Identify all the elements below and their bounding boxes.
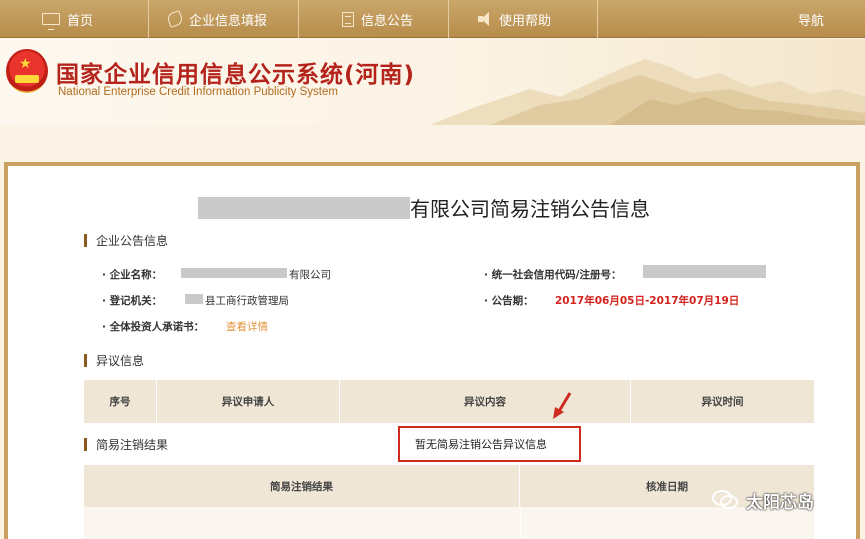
redacted-county	[185, 294, 203, 304]
nav-divider	[148, 0, 149, 38]
field-company-name-label: · 企业名称：	[102, 269, 163, 281]
nav-divider	[298, 0, 299, 38]
wechat-icon	[712, 490, 738, 509]
column-header: 异议时间	[701, 396, 744, 408]
field-commitment-label: · 全体投资人承诺书：	[102, 321, 205, 333]
site-subtitle: National Enterprise Credit Information P…	[58, 86, 338, 98]
column-divider	[520, 507, 521, 539]
watermark-text: 太阳芯岛	[746, 492, 814, 513]
nav-item-label: 首页	[67, 13, 94, 29]
field-authority-value: 县工商行政管理局	[205, 295, 289, 307]
column-header: 异议内容	[340, 380, 631, 423]
section-announcement-heading: 企业公告信息	[84, 232, 168, 248]
nav-item-home[interactable]: 首页	[42, 0, 93, 38]
section-objection-heading: 异议信息	[84, 352, 144, 368]
section-marker	[84, 233, 87, 247]
mountain-illustration	[430, 59, 865, 125]
nav-guide-link[interactable]: 导航	[798, 0, 824, 38]
column-header: 简易注销结果	[84, 465, 520, 507]
document-icon	[342, 11, 354, 27]
nav-item-enterprise-report[interactable]: 企业信息填报	[166, 0, 268, 38]
objection-empty-message: 暂无简易注销公告异议信息	[398, 426, 581, 462]
nav-item-announcements[interactable]: 信息公告	[342, 0, 413, 38]
page-title: 有限公司简易注销公告信息	[410, 197, 650, 221]
nav-divider	[597, 0, 598, 38]
result-table-header: 简易注销结果 核准日期	[84, 465, 814, 507]
column-header: 序号	[84, 380, 157, 423]
nav-divider	[448, 0, 449, 38]
nav-guide-label: 导航	[798, 13, 825, 29]
field-credit-code-label: · 统一社会信用代码/注册号：	[484, 269, 622, 281]
objection-table-header: 序号 异议申请人 异议内容 异议时间	[84, 380, 814, 423]
red-arrow-icon	[553, 392, 572, 419]
nav-item-label: 企业信息填报	[189, 13, 268, 29]
result-table-body	[84, 507, 814, 539]
view-commitment-link[interactable]: 查看详情	[226, 319, 268, 334]
field-period-label: · 公告期：	[484, 295, 534, 307]
section-marker	[84, 437, 87, 451]
monitor-icon	[42, 13, 60, 30]
site-title: 国家企业信用信息公示系统(河南)	[56, 62, 416, 88]
redacted-company-name	[198, 197, 410, 219]
nav-item-help[interactable]: 使用帮助	[478, 0, 551, 38]
watermark: 太阳芯岛	[712, 488, 814, 513]
field-company-name-suffix: 有限公司	[289, 269, 331, 281]
section-marker	[84, 353, 87, 367]
field-authority-label: · 登记机关：	[102, 295, 163, 307]
speaker-icon	[478, 12, 492, 26]
nav-item-label: 信息公告	[361, 13, 414, 29]
pen-icon	[166, 10, 184, 28]
field-period-value: 2017年06月05日-2017年07月19日	[555, 295, 740, 307]
section-result-heading: 简易注销结果	[84, 436, 168, 452]
page: 首页 企业信息填报 信息公告 使用帮助 导航 ★ 国家企业信用信息公示系统(河南…	[0, 0, 865, 539]
site-header: ★ 国家企业信用信息公示系统(河南) National Enterprise C…	[0, 39, 865, 125]
national-emblem-icon: ★	[6, 49, 48, 93]
section-heading-text: 简易注销结果	[96, 437, 169, 452]
section-heading-text: 企业公告信息	[96, 233, 169, 248]
nav-item-label: 使用帮助	[499, 13, 552, 29]
section-heading-text: 异议信息	[96, 353, 145, 368]
column-header: 异议申请人	[157, 380, 340, 423]
redacted-credit-code	[643, 265, 766, 278]
redacted-company-name	[181, 268, 287, 278]
top-navigation: 首页 企业信息填报 信息公告 使用帮助 导航	[0, 0, 865, 38]
